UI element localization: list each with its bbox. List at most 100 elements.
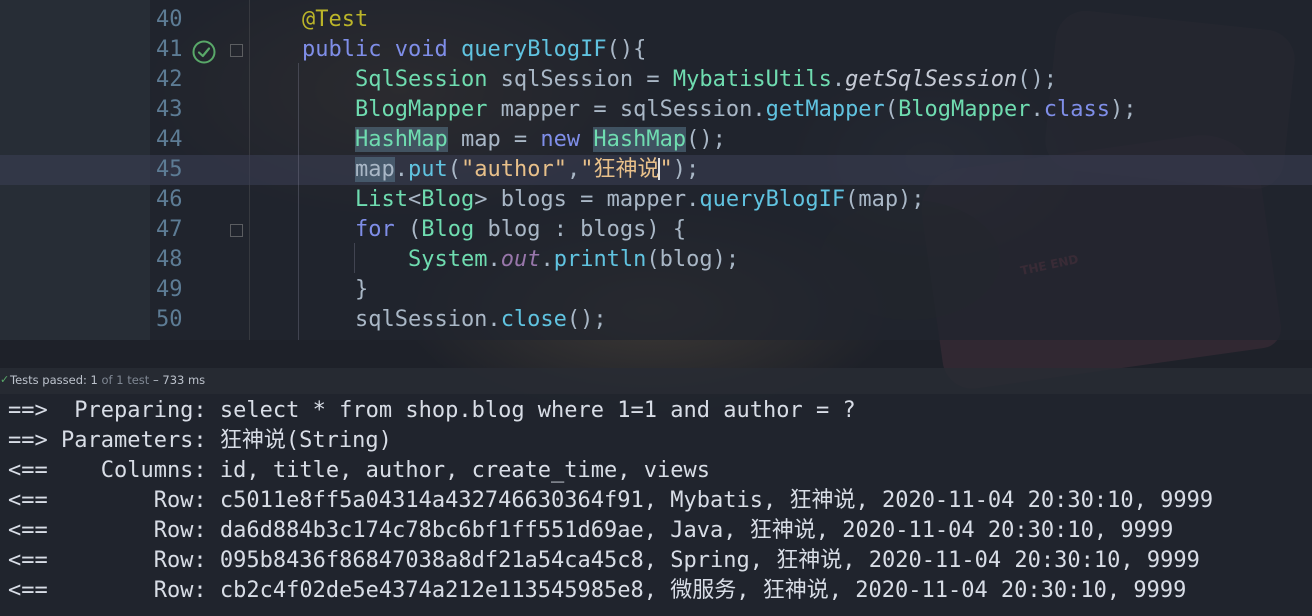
console-line: <== Row: c5011e8ff5a04314a432746630364f9… bbox=[8, 488, 1214, 513]
code-token: Blog bbox=[421, 217, 475, 242]
test-status-text: Tests passed: 1 of 1 test – 733 ms bbox=[10, 373, 205, 387]
code-token: (); bbox=[686, 127, 726, 152]
code-line[interactable]: 48 System.out.println(blog); bbox=[0, 245, 1312, 275]
code-token: (map); bbox=[845, 187, 925, 212]
code-token: . bbox=[487, 247, 501, 272]
code-token: (); bbox=[1017, 67, 1058, 92]
code-token: ( bbox=[884, 97, 899, 122]
code-line[interactable]: 43 BlogMapper mapper = sqlSession.getMap… bbox=[0, 95, 1312, 125]
console-line: <== Row: da6d884b3c174c78bc6bf1ff551d69a… bbox=[8, 518, 1174, 543]
code-token: BlogMapper bbox=[898, 97, 1031, 122]
code-token: put bbox=[407, 157, 448, 182]
console-line: ==> Parameters: 狂神说(String) bbox=[8, 428, 392, 453]
code-token: ( bbox=[394, 217, 422, 242]
code-token: (){ bbox=[606, 37, 647, 62]
line-number: 49 bbox=[156, 277, 183, 302]
line-number: 46 bbox=[156, 187, 183, 212]
code-token: . bbox=[540, 247, 554, 272]
code-token: List bbox=[354, 187, 408, 212]
tests-total-text: of 1 test bbox=[101, 373, 150, 387]
code-token: . bbox=[394, 157, 408, 182]
code-token: map bbox=[354, 157, 395, 182]
code-line[interactable]: 47 for (Blog blog : blogs) { bbox=[0, 215, 1312, 245]
indent-guide bbox=[354, 243, 355, 273]
console-line: <== Columns: id, title, author, create_t… bbox=[8, 458, 710, 483]
code-text[interactable]: for (Blog blog : blogs) { bbox=[302, 218, 686, 242]
code-token: MybatisUtils bbox=[672, 67, 832, 92]
test-duration: – 733 ms bbox=[152, 373, 206, 387]
code-token: HashMap bbox=[593, 127, 687, 152]
code-token: (blog); bbox=[646, 247, 740, 272]
code-token: @Test bbox=[302, 7, 369, 32]
tests-passed-count: 1 bbox=[90, 373, 98, 387]
code-token: "author" bbox=[460, 157, 567, 182]
code-token: blog : blogs) { bbox=[474, 217, 687, 242]
code-line[interactable]: 46 List<Blog> blogs = mapper.queryBlogIF… bbox=[0, 185, 1312, 215]
code-token: System bbox=[407, 247, 488, 272]
code-text[interactable]: sqlSession.close(); bbox=[302, 308, 607, 332]
code-token: } bbox=[302, 277, 369, 302]
line-number: 42 bbox=[156, 67, 183, 92]
test-status-bar: ✓ Tests passed: 1 of 1 test – 733 ms bbox=[0, 368, 1312, 394]
code-editor[interactable]: 40 @Test 41 public void queryBlogIF(){ 42 Sq… bbox=[0, 0, 1312, 340]
code-token: HashMap bbox=[354, 127, 448, 152]
code-token: SqlSession bbox=[354, 67, 488, 92]
code-token: out bbox=[500, 247, 541, 272]
fold-marker-icon[interactable] bbox=[230, 44, 243, 57]
line-number: 48 bbox=[156, 247, 183, 272]
code-text[interactable]: @Test bbox=[302, 8, 368, 32]
code-line[interactable]: 50 sqlSession.close(); bbox=[0, 305, 1312, 335]
code-text[interactable]: HashMap map = new HashMap(); bbox=[302, 127, 726, 152]
line-number: 44 bbox=[156, 127, 183, 152]
code-token: new bbox=[540, 127, 581, 152]
code-token: public bbox=[302, 37, 382, 62]
code-token: close bbox=[500, 307, 567, 332]
code-token: map = bbox=[447, 127, 541, 152]
code-text[interactable]: map.put("author","狂神说"); bbox=[302, 157, 700, 182]
code-token: (); bbox=[566, 307, 607, 332]
code-line[interactable]: 44 HashMap map = new HashMap(); bbox=[0, 125, 1312, 155]
code-token: . bbox=[831, 67, 846, 92]
code-token: Blog bbox=[421, 187, 475, 212]
code-token: sqlSession = bbox=[487, 67, 673, 92]
code-token: queryBlogIF bbox=[699, 187, 846, 212]
code-token: "狂神说 bbox=[580, 157, 660, 182]
code-line[interactable]: 40 @Test bbox=[0, 5, 1312, 35]
code-token: ); bbox=[1110, 97, 1137, 122]
code-token: getSqlSession bbox=[845, 67, 1018, 92]
console-line: <== Row: cb2c4f02de5e4374a212e113545985e… bbox=[8, 578, 1187, 603]
code-token: sqlSession. bbox=[302, 307, 501, 332]
code-token: > blogs = mapper. bbox=[474, 187, 700, 212]
code-text[interactable]: public void queryBlogIF(){ bbox=[302, 38, 646, 62]
code-token: queryBlogIF bbox=[460, 37, 607, 62]
code-token: , bbox=[566, 157, 581, 182]
line-number: 40 bbox=[156, 7, 183, 32]
console-output[interactable]: ==> Preparing: select * from shop.blog w… bbox=[0, 394, 1312, 616]
code-text[interactable]: } bbox=[302, 278, 368, 302]
line-number: 41 bbox=[156, 37, 183, 62]
code-token: mapper = sqlSession. bbox=[487, 97, 766, 122]
tests-passed-label: Tests passed: bbox=[10, 373, 87, 387]
line-number: 47 bbox=[156, 217, 183, 242]
code-token: ( bbox=[447, 157, 461, 182]
code-token: BlogMapper bbox=[354, 97, 488, 122]
code-text[interactable]: List<Blog> blogs = mapper.queryBlogIF(ma… bbox=[302, 188, 925, 212]
code-token: ); bbox=[672, 157, 700, 182]
code-text[interactable]: SqlSession sqlSession = MybatisUtils.get… bbox=[302, 68, 1057, 92]
code-line[interactable]: 42 SqlSession sqlSession = MybatisUtils.… bbox=[0, 65, 1312, 95]
code-line[interactable]: 49 } bbox=[0, 275, 1312, 305]
code-text[interactable]: System.out.println(blog); bbox=[302, 248, 739, 272]
code-line[interactable]: 45 map.put("author","狂神说"); bbox=[0, 155, 1312, 185]
fold-marker-icon[interactable] bbox=[230, 224, 243, 237]
code-token: getMapper bbox=[765, 97, 885, 122]
test-passed-run-icon[interactable] bbox=[191, 39, 217, 65]
code-token: class bbox=[1043, 97, 1110, 122]
code-text[interactable]: BlogMapper mapper = sqlSession.getMapper… bbox=[302, 98, 1137, 122]
